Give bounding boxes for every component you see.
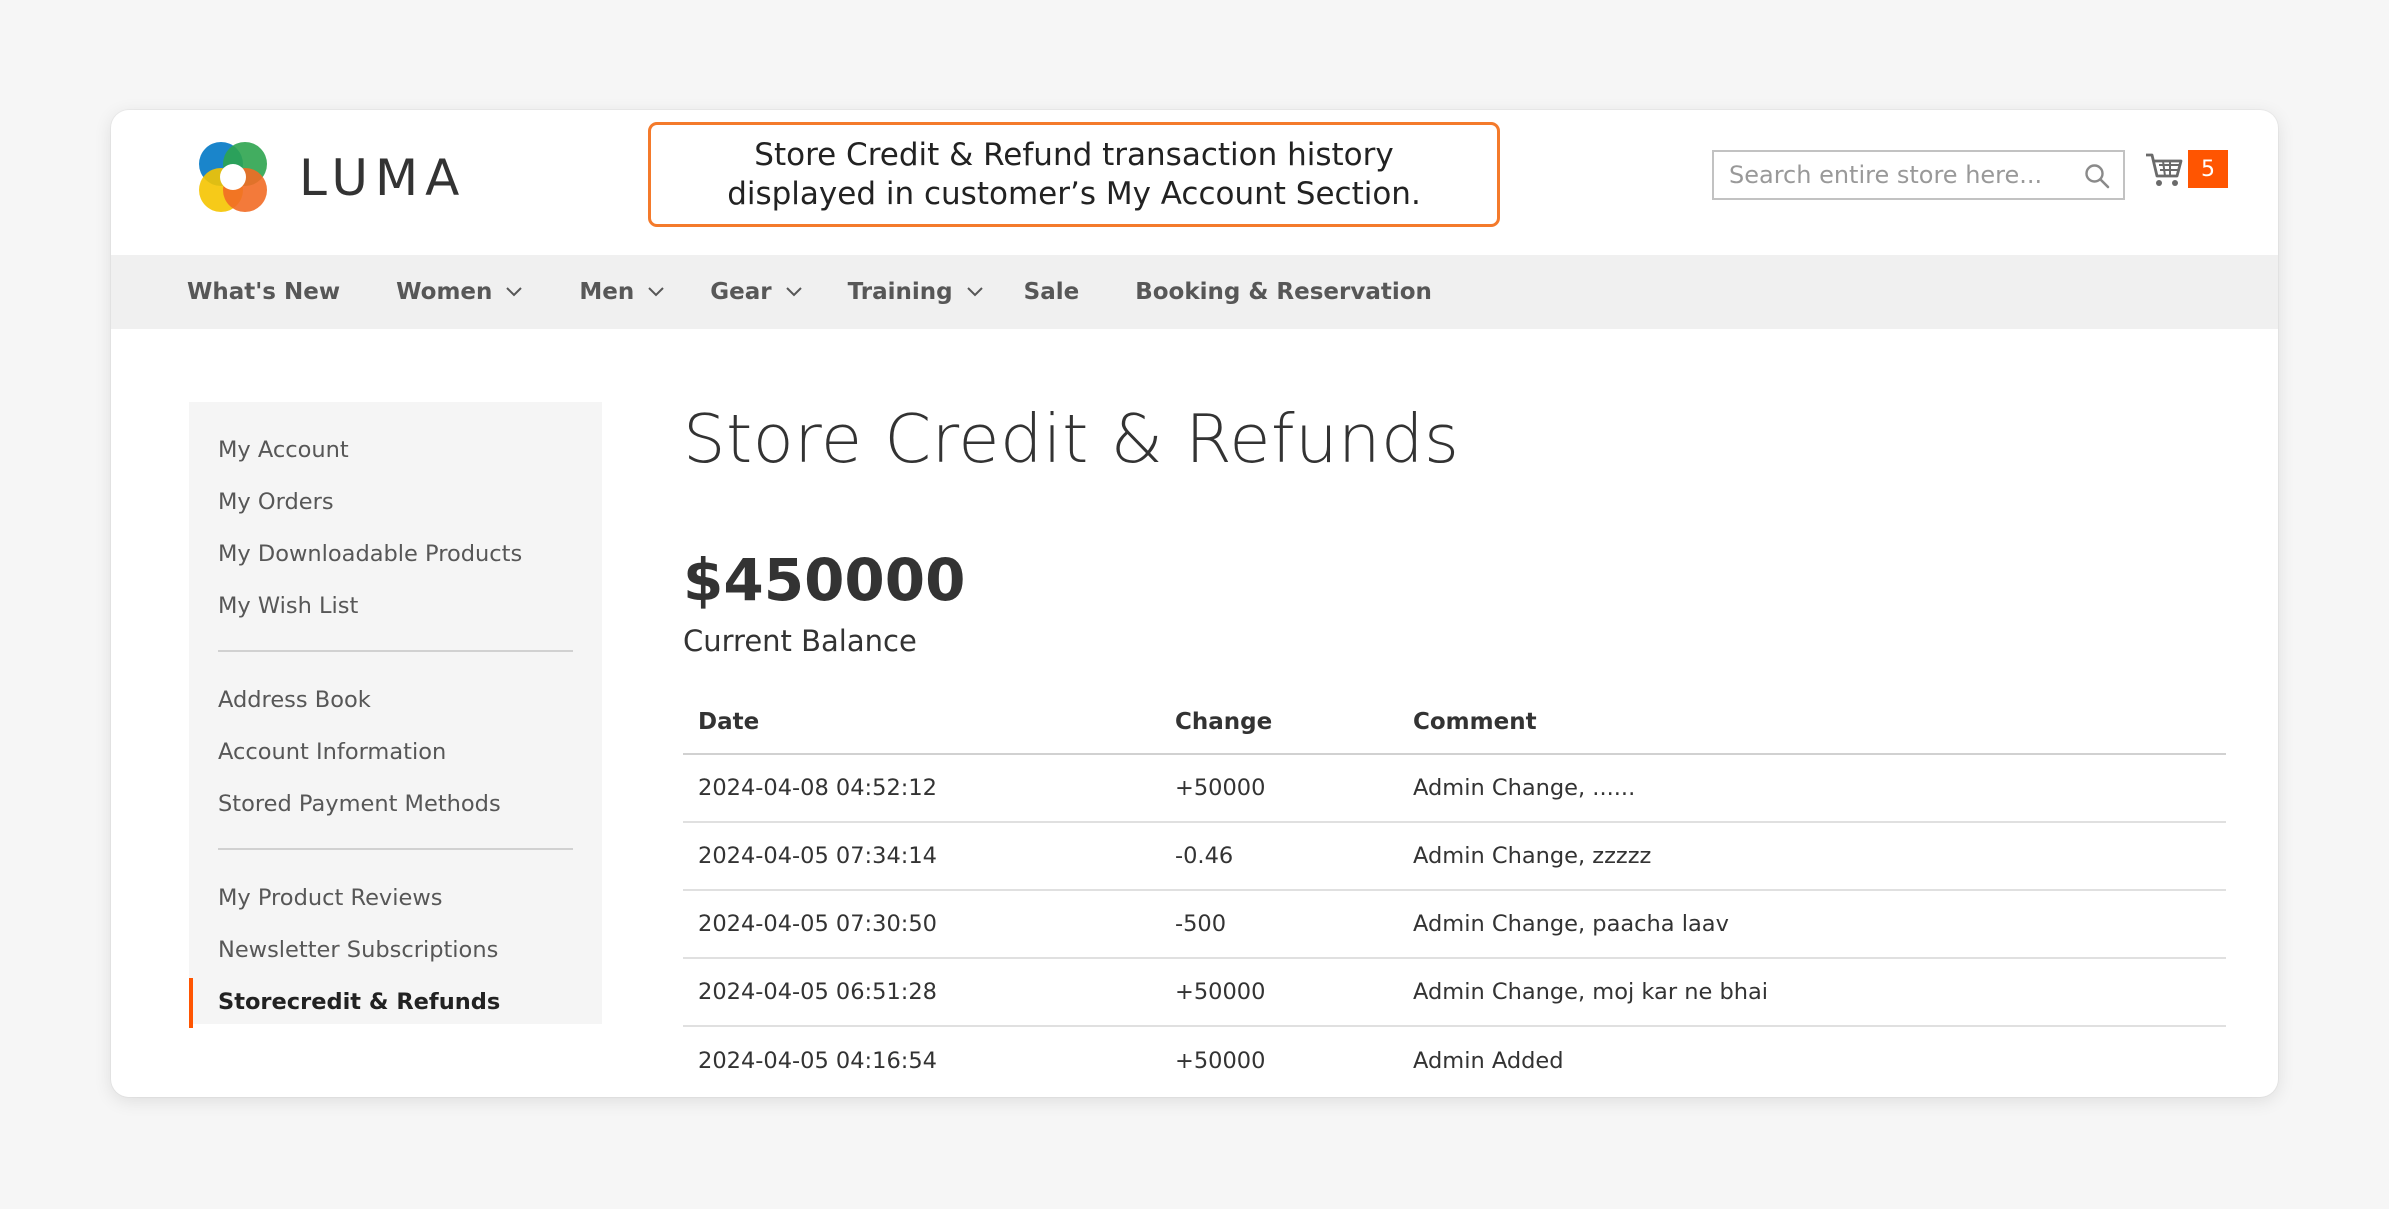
sidebar-item-my-account[interactable]: My Account: [189, 436, 602, 488]
cell-date: 2024-04-05 07:34:14: [683, 822, 1160, 891]
table-row: 2024-04-05 06:51:28 +50000 Admin Change,…: [683, 958, 2226, 1027]
current-balance-label: Current Balance: [683, 624, 917, 658]
cart-count-badge: 5: [2188, 150, 2228, 188]
current-balance-amount: $450000: [683, 546, 966, 614]
cell-date: 2024-04-05 04:16:54: [698, 1047, 937, 1074]
chevron-down-icon: [966, 287, 983, 297]
chevron-down-icon: [785, 287, 802, 297]
annotation-callout: Store Credit & Refund transaction histor…: [648, 122, 1500, 227]
sidebar-item-downloadable-products[interactable]: My Downloadable Products: [189, 540, 602, 592]
cell-comment: Admin Change, ......: [1398, 754, 2226, 823]
cell-change: +50000: [1160, 958, 1398, 1027]
nav-item-whats-new[interactable]: What's New: [187, 279, 340, 305]
minicart[interactable]: 5: [2144, 150, 2228, 188]
sidebar-item-address-book[interactable]: Address Book: [189, 686, 602, 738]
table-header-row: Date Change Comment: [683, 690, 2226, 755]
sidebar-item-account-information[interactable]: Account Information: [189, 738, 602, 790]
sidebar-item-product-reviews[interactable]: My Product Reviews: [189, 884, 602, 936]
cell-change: +50000: [1160, 754, 1398, 823]
nav-item-gear[interactable]: Gear: [710, 279, 802, 305]
callout-line-1: Store Credit & Refund transaction histor…: [754, 136, 1394, 173]
cell-comment: Admin Change, zzzzz: [1398, 822, 2226, 891]
search-icon[interactable]: [2084, 163, 2110, 189]
page-title: Store Credit & Refunds: [683, 400, 1460, 478]
column-header-change: Change: [1160, 690, 1398, 755]
nav-item-label: Booking & Reservation: [1135, 279, 1432, 305]
cell-date: 2024-04-05 07:30:50: [683, 890, 1160, 959]
cell-comment: Admin Change, paacha laav: [1398, 890, 2226, 959]
column-header-comment: Comment: [1398, 690, 2226, 755]
cell-change: +50000: [1175, 1047, 1266, 1074]
nav-item-women[interactable]: Women: [396, 279, 523, 305]
cell-comment: Admin Change, moj kar ne bhai: [1398, 958, 2226, 1027]
transaction-history-table: Date Change Comment 2024-04-08 04:52:12 …: [683, 690, 2226, 1094]
luma-logo-icon: [199, 142, 267, 212]
column-header-date: Date: [683, 690, 1160, 755]
table-row: 2024-04-05 07:34:14 -0.46 Admin Change, …: [683, 822, 2226, 891]
callout-line-2: displayed in customer’s My Account Secti…: [727, 175, 1421, 212]
main-navigation: What's New Women Men Gear Training Sale …: [111, 255, 2278, 329]
nav-item-label: Sale: [1023, 279, 1080, 305]
search-box: [1712, 150, 2125, 200]
store-logo[interactable]: LUMA: [191, 136, 466, 220]
nav-item-men[interactable]: Men: [579, 279, 665, 305]
nav-item-label: Men: [579, 279, 635, 305]
nav-item-label: Women: [396, 279, 493, 305]
cell-change: -500: [1160, 890, 1398, 959]
sidebar-item-my-orders[interactable]: My Orders: [189, 488, 602, 540]
cart-icon[interactable]: [2144, 150, 2184, 188]
nav-item-label: Gear: [710, 279, 772, 305]
search-input[interactable]: [1714, 152, 2074, 198]
cell-date: 2024-04-05 06:51:28: [683, 958, 1160, 1027]
brand-name: LUMA: [299, 149, 467, 207]
sidebar-item-stored-payment-methods[interactable]: Stored Payment Methods: [189, 790, 602, 842]
sidebar-divider: [218, 848, 573, 850]
sidebar-divider: [218, 650, 573, 652]
cell-date: 2024-04-08 04:52:12: [683, 754, 1160, 823]
chevron-down-icon: [506, 287, 523, 297]
nav-item-label: Training: [847, 279, 953, 305]
sidebar-item-newsletter-subscriptions[interactable]: Newsletter Subscriptions: [189, 936, 602, 988]
sidebar-item-wish-list[interactable]: My Wish List: [189, 592, 602, 644]
chevron-down-icon: [648, 287, 664, 297]
nav-item-sale[interactable]: Sale: [1024, 279, 1080, 305]
nav-item-training[interactable]: Training: [848, 279, 984, 305]
sidebar-item-storecredit-refunds[interactable]: Storecredit & Refunds: [189, 978, 602, 1040]
nav-item-booking-reservation[interactable]: Booking & Reservation: [1135, 279, 1432, 305]
table-row: 2024-04-05 04:16:54 +50000 Admin Added: [683, 1026, 2226, 1094]
table-row: 2024-04-08 04:52:12 +50000 Admin Change,…: [683, 754, 2226, 823]
cell-change: -0.46: [1160, 822, 1398, 891]
account-sidebar: My Account My Orders My Downloadable Pro…: [189, 402, 602, 1028]
cell-comment: Admin Added: [1413, 1047, 1564, 1074]
table-row: 2024-04-05 07:30:50 -500 Admin Change, p…: [683, 890, 2226, 959]
page-card: LUMA Store Credit & Refund transaction h…: [111, 110, 2278, 1097]
nav-item-label: What's New: [187, 279, 341, 305]
